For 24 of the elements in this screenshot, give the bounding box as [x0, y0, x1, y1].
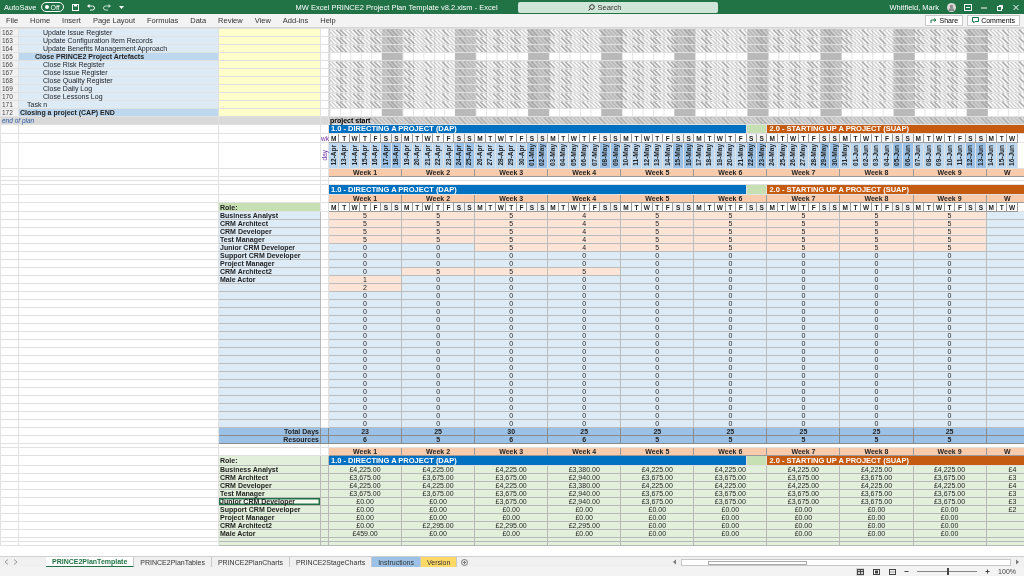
undo-icon[interactable] [86, 3, 95, 11]
zoom-in-icon[interactable] [985, 569, 991, 574]
normal-view-icon [856, 568, 864, 575]
page-break-view-icon [888, 568, 896, 575]
scroll-left-icon[interactable] [672, 559, 677, 565]
horizontal-scrollbar[interactable] [681, 558, 1011, 566]
view-button[interactable] [888, 567, 897, 576]
share-icon [930, 17, 938, 24]
add-sheet-icon[interactable] [461, 558, 469, 566]
page-layout-view-icon [872, 568, 880, 575]
slider-thumb[interactable] [947, 568, 950, 575]
view-button[interactable] [856, 567, 865, 576]
zoom-out-icon[interactable] [904, 569, 910, 574]
caret-icon[interactable] [118, 5, 124, 9]
avatar-icon[interactable] [947, 2, 956, 12]
restore-icon[interactable] [996, 3, 1004, 11]
ribbon-display-icon[interactable] [964, 3, 972, 11]
save-icon[interactable] [71, 3, 79, 11]
comment-icon [972, 17, 980, 24]
close-icon[interactable] [1012, 3, 1020, 11]
scroll-right-icon[interactable] [1015, 559, 1020, 565]
view-button[interactable] [872, 567, 881, 576]
search-icon [587, 3, 595, 11]
redo-icon[interactable] [102, 3, 111, 11]
